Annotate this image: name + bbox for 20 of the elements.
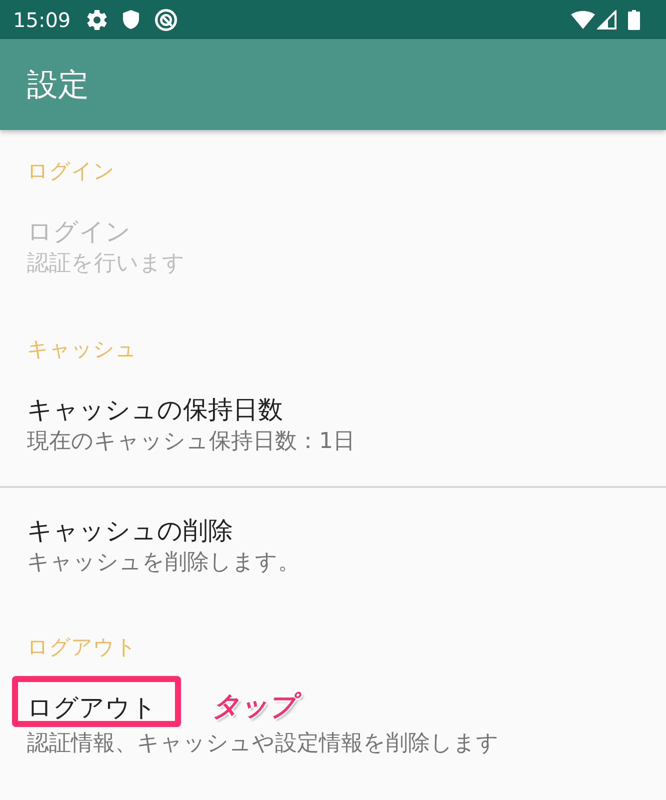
preference-title: ログイン bbox=[27, 216, 131, 248]
preference-summary: 現在のキャッシュ保持日数：1日 bbox=[27, 428, 355, 456]
preference-summary: 認証を行います bbox=[27, 250, 185, 278]
gear-icon bbox=[86, 10, 107, 30]
signal-icon bbox=[597, 10, 617, 30]
category-header: ログアウト bbox=[27, 635, 137, 659]
screen-title: 設定 bbox=[27, 66, 89, 104]
ring-slash-icon bbox=[154, 8, 177, 30]
preference-title[interactable]: キャッシュの削除 bbox=[27, 515, 233, 547]
preference-title[interactable]: ログアウト bbox=[27, 692, 157, 724]
tap-label: タップ bbox=[207, 688, 304, 728]
preference-summary: 認証情報、キャッシュや設定情報を削除します bbox=[27, 730, 499, 758]
category-header: ログイン bbox=[27, 159, 115, 183]
preference-title[interactable]: キャッシュの保持日数 bbox=[27, 394, 283, 426]
wifi-icon bbox=[571, 10, 595, 28]
preference-summary: キャッシュを削除します。 bbox=[27, 549, 300, 577]
status-time: 15:09 bbox=[13, 8, 71, 32]
battery-icon bbox=[628, 10, 640, 30]
shield-icon bbox=[122, 10, 139, 29]
category-header: キャッシュ bbox=[27, 337, 137, 361]
